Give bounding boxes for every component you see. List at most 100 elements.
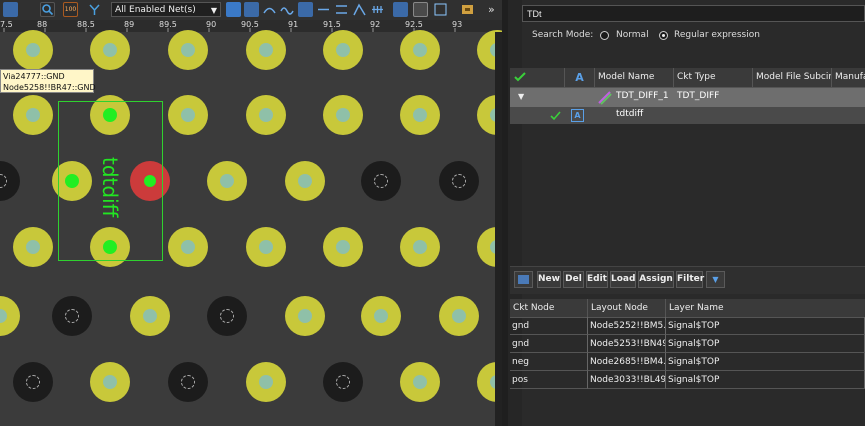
- column-header-manufacturer[interactable]: Manufa: [832, 68, 865, 87]
- grid-icon[interactable]: [433, 2, 448, 17]
- search-icon[interactable]: [40, 2, 55, 17]
- load-button[interactable]: Load: [610, 271, 636, 288]
- via-gnd[interactable]: [207, 161, 247, 201]
- via-unassigned[interactable]: [323, 362, 363, 402]
- dropdown-arrow-icon[interactable]: [3, 2, 18, 17]
- arc-tool-icon[interactable]: [262, 2, 277, 17]
- filter-dropdown-button[interactable]: ▼: [706, 271, 725, 288]
- via-gnd[interactable]: [168, 95, 208, 135]
- via-gnd[interactable]: [168, 227, 208, 267]
- filter-button[interactable]: Filter: [676, 271, 704, 288]
- via-gnd[interactable]: [439, 296, 479, 336]
- column-header-model-name[interactable]: Model Name: [595, 68, 674, 87]
- via-hole: [413, 108, 427, 122]
- table-cell[interactable]: pos: [510, 371, 588, 389]
- via-gnd[interactable]: [246, 362, 286, 402]
- tdt-model-icon: [598, 91, 612, 105]
- via-gnd[interactable]: [90, 30, 130, 70]
- canvas-vertical-scrollbar[interactable]: [495, 32, 502, 426]
- via-unassigned[interactable]: [361, 161, 401, 201]
- via-unassigned[interactable]: [207, 296, 247, 336]
- column-header-check[interactable]: [510, 68, 565, 87]
- component-icon[interactable]: [460, 2, 475, 17]
- route-icon[interactable]: [393, 2, 408, 17]
- radio-regular-expression[interactable]: [659, 31, 668, 40]
- tdt-place-icon[interactable]: [413, 2, 428, 17]
- via-gnd[interactable]: [323, 30, 363, 70]
- table-cell[interactable]: Node2685!!BM4...: [588, 353, 666, 371]
- via-unassigned[interactable]: [439, 161, 479, 201]
- via-gnd[interactable]: [13, 95, 53, 135]
- via-unassigned[interactable]: [13, 362, 53, 402]
- zoom-100-icon[interactable]: 100: [63, 2, 78, 17]
- via-hole: [26, 43, 40, 57]
- table-cell[interactable]: gnd: [510, 335, 588, 353]
- table-cell[interactable]: Signal$TOP: [666, 317, 865, 335]
- column-header-type-icon[interactable]: A: [565, 68, 595, 87]
- via-hole: [103, 375, 117, 389]
- assign-button[interactable]: Assign: [638, 271, 674, 288]
- via-gnd[interactable]: [246, 227, 286, 267]
- table-cell[interactable]: Signal$TOP: [666, 335, 865, 353]
- via-hole: [26, 375, 40, 389]
- layer-shape-icon[interactable]: [226, 2, 241, 17]
- via-hole: [65, 309, 79, 323]
- distribute-icon[interactable]: [370, 2, 385, 17]
- expand-toggle-icon[interactable]: ▼: [518, 92, 524, 101]
- via-gnd[interactable]: [246, 30, 286, 70]
- column-header-layout-node[interactable]: Layout Node: [588, 299, 666, 317]
- model-row-child[interactable]: A tdtdiff: [510, 107, 865, 124]
- via-hole: [181, 375, 195, 389]
- table-cell[interactable]: Node5252!!BM5...: [588, 317, 666, 335]
- via-gnd[interactable]: [13, 30, 53, 70]
- radio-normal[interactable]: [600, 31, 609, 40]
- via-gnd[interactable]: [323, 227, 363, 267]
- wave-tool-icon[interactable]: [280, 2, 295, 17]
- table-cell[interactable]: Node3033!!BL49...: [588, 371, 666, 389]
- via-gnd[interactable]: [285, 296, 325, 336]
- via-gnd[interactable]: [246, 95, 286, 135]
- via-gnd[interactable]: [400, 30, 440, 70]
- via-hole: [143, 309, 157, 323]
- align-horizontal-icon[interactable]: [316, 2, 331, 17]
- model-search-input[interactable]: [522, 5, 865, 22]
- net-highlight-icon[interactable]: [87, 2, 102, 17]
- via-gnd[interactable]: [400, 362, 440, 402]
- delete-button[interactable]: Del: [563, 271, 584, 288]
- via-gnd[interactable]: [400, 227, 440, 267]
- spacing-icon[interactable]: [334, 2, 349, 17]
- via-gnd[interactable]: [285, 161, 325, 201]
- table-cell[interactable]: gnd: [510, 317, 588, 335]
- trace-tool-icon[interactable]: [244, 2, 259, 17]
- via-gnd[interactable]: [400, 95, 440, 135]
- via-hole: [181, 108, 195, 122]
- table-cell[interactable]: Signal$TOP: [666, 353, 865, 371]
- column-header-ckt-type[interactable]: Ckt Type: [674, 68, 753, 87]
- via-gnd[interactable]: [323, 95, 363, 135]
- via-gnd[interactable]: [13, 227, 53, 267]
- column-header-layer-name[interactable]: Layer Name: [666, 299, 865, 317]
- table-cell[interactable]: neg: [510, 353, 588, 371]
- via-gnd[interactable]: [361, 296, 401, 336]
- via-unassigned[interactable]: [52, 296, 92, 336]
- checkmark-icon[interactable]: [550, 110, 561, 121]
- via-unassigned[interactable]: [168, 362, 208, 402]
- table-cell[interactable]: Node5253!!BN49...: [588, 335, 666, 353]
- via-gnd[interactable]: [130, 296, 170, 336]
- column-header-model-file-subcircuit[interactable]: Model File Subcirc: [753, 68, 832, 87]
- model-row[interactable]: ▼ TDT_DIFF_1 TDT_DIFF: [510, 88, 865, 107]
- column-header-ckt-node[interactable]: Ckt Node: [510, 299, 588, 317]
- refresh-models-icon[interactable]: [514, 271, 533, 288]
- net-filter-select[interactable]: All Enabled Net(s) ▼: [111, 2, 221, 17]
- net-filter-value: All Enabled Net(s): [115, 5, 196, 15]
- edit-button[interactable]: Edit: [586, 271, 608, 288]
- align-vertical-icon[interactable]: [298, 2, 313, 17]
- fan-out-icon[interactable]: [352, 2, 367, 17]
- via-hole: [374, 309, 388, 323]
- new-button[interactable]: New: [537, 271, 561, 288]
- hover-tooltip: Via24777::GND Node5258!!BR47::GND: [0, 69, 96, 93]
- toolbar-overflow-button[interactable]: »: [488, 2, 502, 17]
- table-cell[interactable]: Signal$TOP: [666, 371, 865, 389]
- via-gnd[interactable]: [168, 30, 208, 70]
- via-gnd[interactable]: [90, 362, 130, 402]
